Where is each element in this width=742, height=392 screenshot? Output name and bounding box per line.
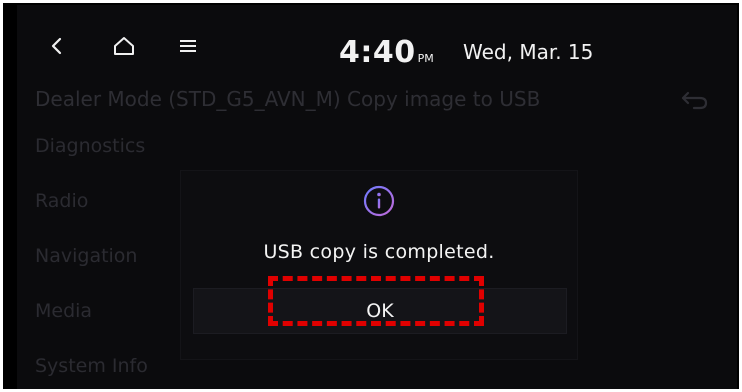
usb-copy-dialog: USB copy is completed. OK — [180, 170, 578, 360]
home-icon[interactable] — [112, 35, 136, 57]
ok-button[interactable]: OK — [193, 288, 567, 334]
menu-item-diagnostics[interactable]: Diagnostics — [35, 135, 145, 157]
dialog-message: USB copy is completed. — [263, 241, 495, 263]
menu-item-radio[interactable]: Radio — [35, 190, 88, 212]
ok-button-label: OK — [366, 300, 394, 322]
infotainment-screen: 4:40 PM Wed, Mar. 15 Dealer Mode (STD_G5_… — [17, 5, 737, 389]
menu-icon[interactable] — [177, 35, 199, 57]
display-frame: 4:40 PM Wed, Mar. 15 Dealer Mode (STD_G5_… — [3, 3, 739, 389]
clock-ampm: PM — [417, 52, 434, 65]
page-title: Dealer Mode (STD_G5_AVN_M) Copy image to… — [35, 87, 541, 111]
menu-item-navigation[interactable]: Navigation — [35, 245, 137, 267]
status-bar: 4:40 PM Wed, Mar. 15 — [17, 5, 737, 87]
clock: 4:40 PM — [339, 35, 434, 70]
return-icon[interactable] — [680, 89, 710, 111]
date: Wed, Mar. 15 — [463, 40, 594, 64]
info-icon — [363, 185, 395, 217]
menu-item-media[interactable]: Media — [35, 300, 92, 322]
back-icon[interactable] — [47, 35, 67, 57]
clock-time: 4:40 — [339, 35, 416, 70]
menu-item-system-info[interactable]: System Info — [35, 355, 148, 377]
